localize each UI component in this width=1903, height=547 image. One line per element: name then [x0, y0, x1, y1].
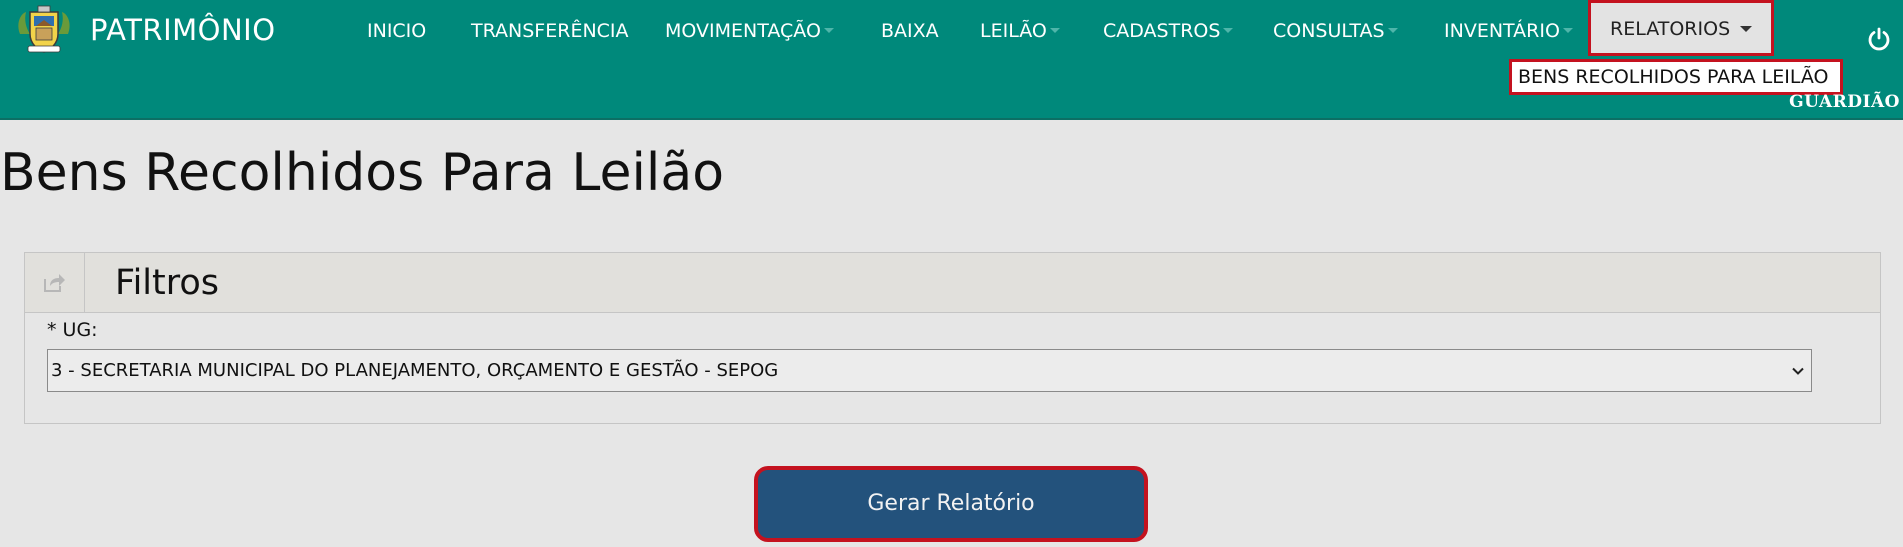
- share-icon: [44, 274, 65, 292]
- caret-down-icon: [1562, 28, 1573, 33]
- user-name[interactable]: GUARDIÃO: [1789, 92, 1900, 112]
- filters-title: Filtros: [115, 263, 220, 303]
- menu-item-baixa[interactable]: BAIXA: [881, 0, 939, 60]
- menu-label: MOVIMENTAÇÃO: [665, 20, 821, 42]
- menu-item-relatorios[interactable]: RELATORIOS: [1588, 0, 1775, 56]
- ug-label: * UG:: [47, 319, 98, 341]
- menu-label: CADASTROS: [1103, 20, 1221, 42]
- menu-item-inventario[interactable]: INVENTÁRIO: [1444, 0, 1573, 60]
- filters-panel: Filtros * UG: 3 - SECRETARIA MUNICIPAL D…: [24, 252, 1881, 424]
- menu-item-cadastros[interactable]: CADASTROS: [1103, 0, 1234, 60]
- dropdown-item-bens-recolhidos[interactable]: BENS RECOLHIDOS PARA LEILÃO: [1509, 59, 1843, 95]
- power-icon[interactable]: [1866, 26, 1892, 52]
- menu-item-leilao[interactable]: LEILÃO: [980, 0, 1060, 60]
- menu-label: BAIXA: [881, 20, 939, 42]
- ug-select[interactable]: 3 - SECRETARIA MUNICIPAL DO PLANEJAMENTO…: [47, 349, 1812, 392]
- menu-label: TRANSFERÊNCIA: [471, 20, 629, 42]
- filters-panel-header: Filtros: [25, 253, 1880, 313]
- menu-label: CONSULTAS: [1273, 20, 1385, 42]
- caret-down-icon: [1740, 25, 1753, 32]
- menu-label: RELATORIOS: [1610, 18, 1731, 40]
- caret-down-icon: [1223, 28, 1234, 33]
- caret-down-icon: [1049, 28, 1060, 33]
- menu-item-inicio[interactable]: INICIO: [367, 0, 426, 60]
- municipal-crest-logo[interactable]: [14, 4, 74, 56]
- chevron-down-icon: [1792, 367, 1804, 375]
- caret-down-icon: [1387, 28, 1398, 33]
- ug-selected-value: 3 - SECRETARIA MUNICIPAL DO PLANEJAMENTO…: [51, 360, 779, 381]
- menu-item-transferencia[interactable]: TRANSFERÊNCIA: [471, 0, 629, 60]
- app-brand[interactable]: PATRIMÔNIO: [90, 8, 276, 52]
- menu-item-movimentacao[interactable]: MOVIMENTAÇÃO: [665, 0, 834, 60]
- menu-label: INICIO: [367, 20, 427, 42]
- page-title: Bens Recolhidos Para Leilão: [0, 143, 725, 203]
- top-navbar: PATRIMÔNIO INICIO TRANSFERÊNCIA MOVIMENT…: [0, 0, 1903, 120]
- menu-item-consultas[interactable]: CONSULTAS: [1273, 0, 1398, 60]
- panel-toggle[interactable]: [25, 253, 85, 312]
- generate-report-button[interactable]: Gerar Relatório: [754, 466, 1148, 542]
- caret-down-icon: [823, 28, 834, 33]
- menu-label: LEILÃO: [980, 20, 1047, 42]
- menu-label: INVENTÁRIO: [1444, 20, 1560, 42]
